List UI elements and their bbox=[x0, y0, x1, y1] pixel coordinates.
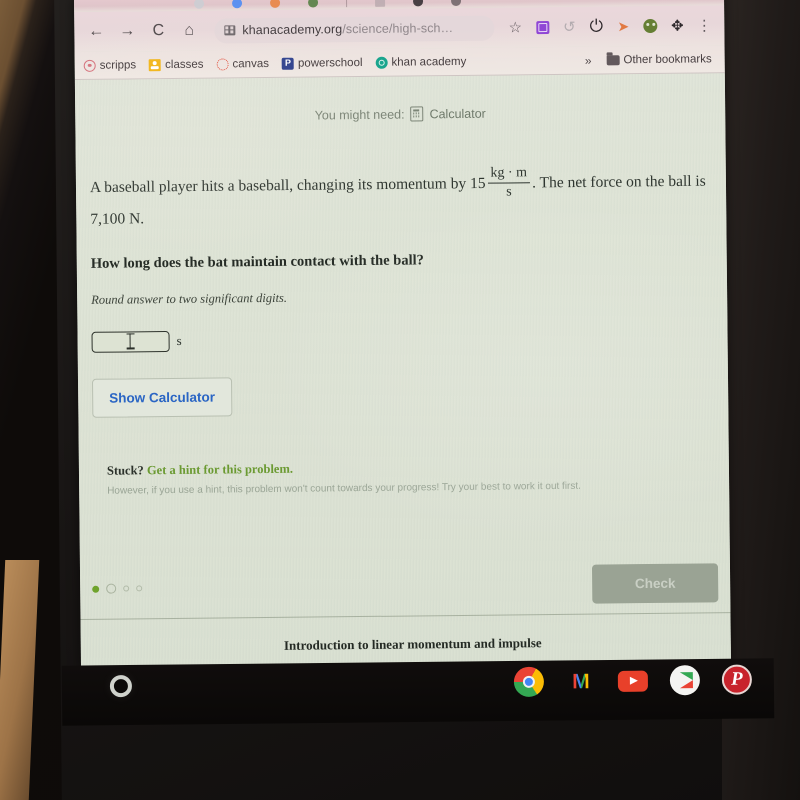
extension-purple-icon[interactable] bbox=[530, 14, 554, 40]
fraction-denominator: s bbox=[506, 184, 512, 200]
reload-button[interactable]: C bbox=[144, 17, 172, 45]
problem-lead: A baseball player hits a baseball, chang… bbox=[89, 175, 467, 197]
hint-warning-text: However, if you use a hint, this problem… bbox=[107, 480, 581, 497]
text-cursor-icon bbox=[129, 332, 132, 349]
gmail-glyph: M bbox=[572, 669, 590, 693]
desk-surface bbox=[0, 560, 40, 800]
exercise-footer: Check bbox=[80, 556, 731, 615]
momentum-value: 15 bbox=[469, 174, 486, 193]
chrome-menu-icon[interactable]: ⋮ bbox=[692, 12, 716, 38]
answer-row: s bbox=[91, 325, 713, 353]
orange-arrow-icon[interactable]: ➤ bbox=[611, 13, 635, 39]
green-face-icon[interactable] bbox=[638, 13, 662, 39]
hint-section: Stuck? Get a hint for this problem. Howe… bbox=[93, 457, 715, 497]
bookmarks-spacer bbox=[479, 60, 571, 61]
bookmark-scripps[interactable]: scripps bbox=[83, 58, 137, 72]
tab-favicon[interactable] bbox=[232, 0, 243, 9]
other-bookmarks-folder[interactable]: Other bookmarks bbox=[606, 52, 712, 66]
shelf-app-icons: M P bbox=[513, 664, 753, 697]
back-button[interactable]: ← bbox=[82, 18, 110, 46]
google-play-icon[interactable] bbox=[669, 665, 701, 696]
folder-icon bbox=[606, 54, 620, 65]
scripps-favicon bbox=[83, 59, 96, 72]
progress-dot-4[interactable] bbox=[136, 585, 143, 592]
fraction-numerator: kg · m bbox=[490, 165, 528, 181]
progress-dots bbox=[92, 583, 143, 594]
answer-input[interactable] bbox=[91, 330, 170, 353]
tab-favicon[interactable] bbox=[413, 0, 424, 7]
get-hint-link[interactable]: Get a hint for this problem. bbox=[147, 461, 293, 477]
bookmark-powerschool[interactable]: P powerschool bbox=[281, 56, 363, 70]
problem-statement: A baseball player hits a baseball, chang… bbox=[90, 164, 713, 233]
tab-favicon[interactable] bbox=[308, 0, 319, 8]
progress-dot-3[interactable] bbox=[123, 585, 130, 592]
browser-toolbar: ← → C ⌂ khanacademy.org/science/high-sch… bbox=[74, 5, 725, 52]
calculator-icon[interactable] bbox=[410, 106, 424, 122]
address-bar[interactable]: khanacademy.org/science/high-sch… bbox=[214, 15, 495, 44]
question-text: How long does the bat maintain contact w… bbox=[90, 251, 424, 272]
chromeos-shelf: M P bbox=[61, 658, 775, 726]
lesson-title: Introduction to linear momentum and impu… bbox=[283, 635, 542, 653]
calculator-link[interactable]: Calculator bbox=[429, 106, 485, 121]
youtube-icon[interactable] bbox=[617, 666, 649, 696]
bookmark-star-icon[interactable]: ☆ bbox=[503, 14, 527, 40]
bookmark-label: powerschool bbox=[297, 56, 363, 70]
forward-button[interactable]: → bbox=[113, 17, 141, 45]
browser-window: ← → C ⌂ khanacademy.org/science/high-sch… bbox=[74, 0, 732, 670]
bookmark-label: khan academy bbox=[391, 55, 467, 69]
gmail-icon[interactable]: M bbox=[566, 666, 596, 696]
tab-divider bbox=[346, 0, 348, 8]
stuck-label: Stuck? bbox=[106, 462, 144, 478]
history-refresh-icon[interactable]: ↺ bbox=[557, 14, 581, 40]
address-bar-url: khanacademy.org/science/high-sch… bbox=[242, 21, 454, 38]
problem-middle: . The net force on the ball is bbox=[532, 172, 706, 192]
bookmark-label: classes bbox=[165, 58, 204, 71]
bookmark-label: canvas bbox=[232, 57, 269, 70]
bookmark-canvas[interactable]: canvas bbox=[216, 57, 269, 71]
chrome-icon[interactable] bbox=[513, 666, 545, 697]
progress-dot-2[interactable] bbox=[106, 583, 117, 594]
chromeos-launcher[interactable] bbox=[109, 674, 133, 698]
calculator-hint-prefix: You might need: bbox=[314, 107, 405, 122]
other-bookmarks-label: Other bookmarks bbox=[623, 52, 712, 66]
site-info-icon[interactable] bbox=[224, 25, 236, 36]
bookmark-label: scripps bbox=[99, 58, 137, 72]
net-force-value: 7,100 N. bbox=[90, 210, 145, 229]
progress-dot-1[interactable] bbox=[92, 585, 100, 593]
bookmark-classes[interactable]: classes bbox=[149, 58, 204, 71]
show-calculator-button[interactable]: Show Calculator bbox=[91, 376, 233, 418]
tab-favicon[interactable] bbox=[270, 0, 281, 8]
check-button[interactable]: Check bbox=[591, 562, 719, 604]
bookmarks-overflow-icon[interactable]: » bbox=[585, 53, 594, 67]
momentum-unit-fraction: kg · m s bbox=[487, 165, 531, 201]
canvas-favicon bbox=[216, 57, 229, 71]
home-button[interactable]: ⌂ bbox=[175, 17, 203, 45]
bookmark-khan-academy[interactable]: khan academy bbox=[375, 55, 467, 69]
photo-of-laptop-screen: ← → C ⌂ khanacademy.org/science/high-sch… bbox=[0, 0, 800, 800]
tab-favicon[interactable] bbox=[375, 0, 386, 7]
youtube-glyph bbox=[617, 670, 649, 692]
tab-favicon[interactable] bbox=[451, 0, 462, 7]
extensions-puzzle-icon[interactable]: ✥ bbox=[665, 13, 689, 39]
calculator-hint: You might need: Calculator bbox=[89, 73, 711, 125]
power-icon[interactable]: ⏻ bbox=[584, 13, 608, 39]
powerschool-favicon: P bbox=[281, 57, 294, 70]
khan-academy-favicon bbox=[375, 56, 388, 69]
khan-academy-exercise-page: You might need: Calculator A baseball pl… bbox=[74, 73, 732, 670]
fraction-bar bbox=[487, 182, 531, 184]
answer-unit-label: s bbox=[176, 332, 182, 348]
stuck-row: Stuck? Get a hint for this problem. bbox=[93, 457, 715, 479]
google-classroom-favicon bbox=[149, 58, 162, 71]
pinterest-icon[interactable]: P bbox=[721, 664, 753, 695]
tab-favicon[interactable] bbox=[194, 0, 205, 9]
rounding-instruction: Round answer to two significant digits. bbox=[91, 290, 288, 307]
footer-spacer bbox=[142, 584, 592, 589]
